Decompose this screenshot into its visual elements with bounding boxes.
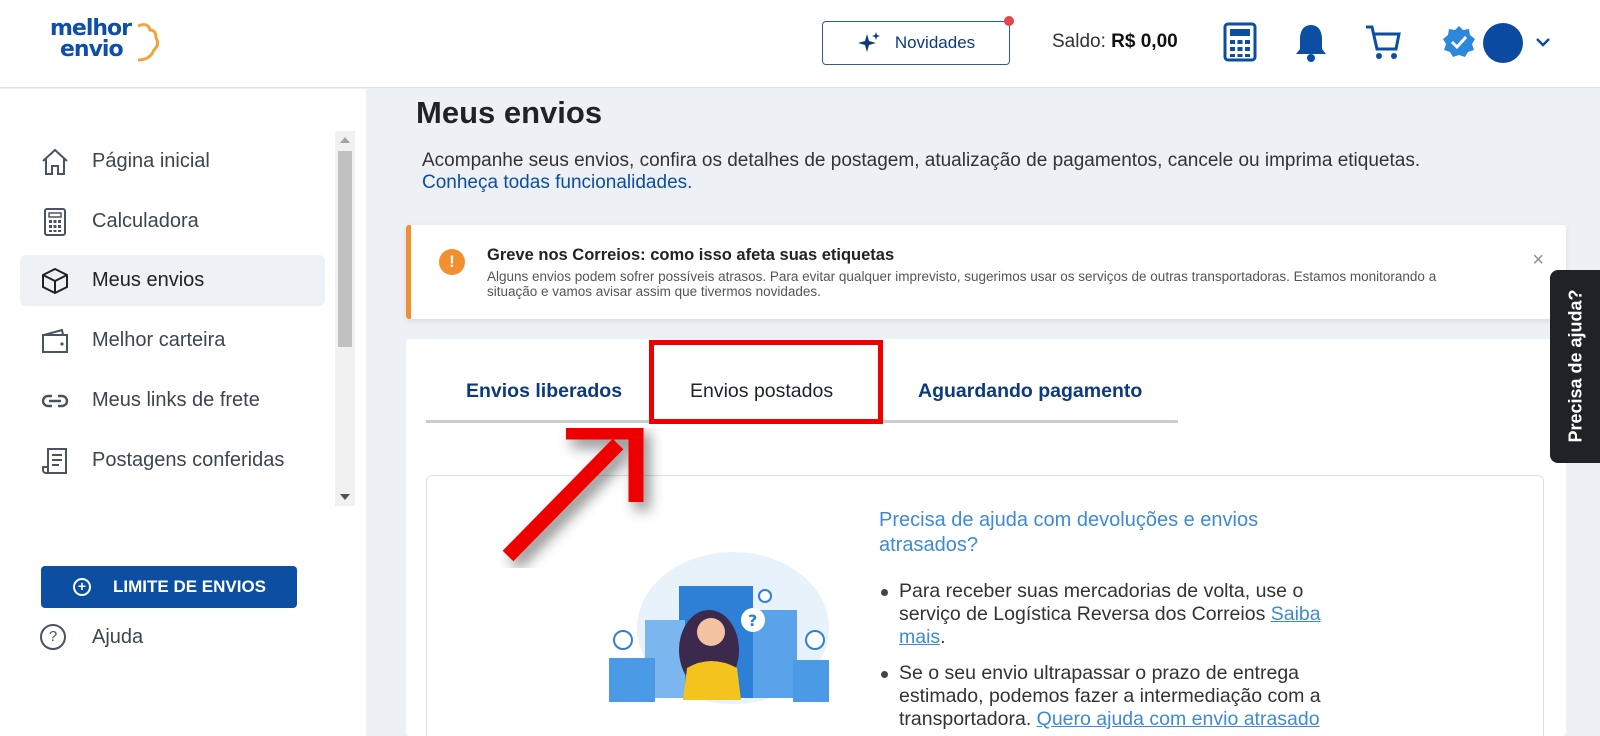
page-title: Meus envios: [416, 95, 603, 130]
strike-alert-banner: ! Greve nos Correios: como isso afeta su…: [406, 225, 1566, 319]
list-item: Se o seu envio ultrapassar o prazo de en…: [879, 662, 1349, 731]
woman-thinking-illustration: ?: [609, 552, 829, 704]
sidebar-item-label: Meus envios: [92, 269, 205, 291]
logo-text-line2: envio: [60, 37, 124, 62]
avatar[interactable]: [1483, 23, 1523, 63]
bullet-text: Para receber suas mercadorias de volta, …: [899, 580, 1304, 625]
sidebar-item-label: Ajuda: [92, 625, 144, 648]
alert-title: Greve nos Correios: como isso afeta suas…: [487, 246, 895, 264]
link-icon: [41, 394, 69, 408]
sparkle-icon: [857, 32, 880, 52]
calculator-icon: [44, 208, 66, 236]
receipt-icon: [42, 448, 67, 474]
sidebar-item-label: Postagens conferidas: [92, 449, 285, 471]
home-icon: [42, 148, 68, 175]
ajuda-envio-atrasado-link[interactable]: Quero ajuda com envio atrasado: [1037, 708, 1320, 730]
scrollbar-thumb[interactable]: [338, 151, 352, 347]
sidebar-item-pagina-inicial[interactable]: Página inicial: [20, 136, 325, 187]
sidebar-item-ajuda[interactable]: ? Ajuda: [40, 619, 143, 655]
sidebar-item-label: Melhor carteira: [92, 329, 226, 351]
novidades-label: Novidades: [894, 33, 976, 52]
svg-text:?: ?: [748, 611, 757, 630]
help-panel-title: Precisa de ajuda com devoluções e envios…: [879, 509, 1259, 556]
sidebar-item-label: Calculadora: [92, 210, 199, 232]
warning-icon: !: [439, 249, 465, 275]
bullet-text-end: .: [940, 626, 946, 648]
sidebar-item-melhor-carteira[interactable]: Melhor carteira: [20, 315, 325, 366]
sidebar-item-label: Página inicial: [92, 150, 210, 172]
sidebar-scrollbar[interactable]: [335, 131, 355, 506]
question-icon: ?: [40, 624, 66, 650]
list-item: Para receber suas mercadorias de volta, …: [879, 580, 1349, 649]
help-side-tab[interactable]: Precisa de ajuda?: [1550, 270, 1600, 463]
sidebar-item-meus-links-de-frete[interactable]: Meus links de frete: [20, 375, 325, 426]
help-side-tab-label: Precisa de ajuda?: [1565, 289, 1586, 443]
red-arrow-annotation: [502, 428, 644, 562]
limite-de-envios-button[interactable]: + LIMITE DE ENVIOS: [41, 566, 297, 608]
sidebar-item-calculadora[interactable]: Calculadora: [20, 196, 325, 247]
wallet-icon: [42, 328, 68, 353]
box-icon: [42, 267, 68, 295]
sidebar-item-label: Meus links de frete: [92, 389, 260, 411]
verified-badge-icon: [1443, 26, 1475, 57]
plus-circle-icon: +: [73, 578, 91, 596]
balance-display: Saldo: R$ 0,00: [1052, 31, 1178, 53]
page-description: Acompanhe seus envios, confira os detalh…: [422, 150, 1421, 171]
scroll-up-arrow[interactable]: [340, 137, 350, 143]
novidades-button[interactable]: Novidades: [822, 16, 1014, 65]
balance-label: Saldo:: [1052, 31, 1106, 52]
chevron-down-icon[interactable]: [1535, 36, 1551, 48]
tab-envios-liberados[interactable]: Envios liberados: [466, 380, 622, 403]
tab-aguardando-pagamento[interactable]: Aguardando pagamento: [918, 380, 1142, 403]
logo-hand-icon: [137, 23, 160, 62]
melhor-envio-logo[interactable]: melhor envio: [50, 16, 170, 70]
close-icon[interactable]: ×: [1532, 249, 1544, 272]
highlight-annotation-box: [649, 340, 883, 424]
sidebar: Página inicial Calculadora Meus envios M…: [0, 89, 366, 736]
limite-de-envios-label: LIMITE DE ENVIOS: [113, 577, 267, 596]
functionalities-link[interactable]: Conheça todas funcionalidades.: [422, 172, 692, 194]
top-header: melhor envio Novidades Saldo: R$ 0,00: [0, 0, 1600, 88]
help-bullet-list: Para receber suas mercadorias de volta, …: [879, 580, 1349, 736]
alert-body: Alguns envios podem sofrer possíveis atr…: [487, 269, 1437, 299]
balance-value: R$ 0,00: [1111, 31, 1178, 52]
sidebar-item-postagens-conferidas[interactable]: Postagens conferidas: [20, 435, 325, 486]
scroll-down-arrow[interactable]: [340, 494, 350, 500]
cart-icon[interactable]: [1364, 22, 1402, 62]
sidebar-item-meus-envios[interactable]: Meus envios: [20, 255, 325, 306]
notification-dot: [1004, 16, 1014, 26]
bell-icon[interactable]: [1294, 22, 1328, 62]
calculator-icon[interactable]: [1222, 22, 1258, 62]
